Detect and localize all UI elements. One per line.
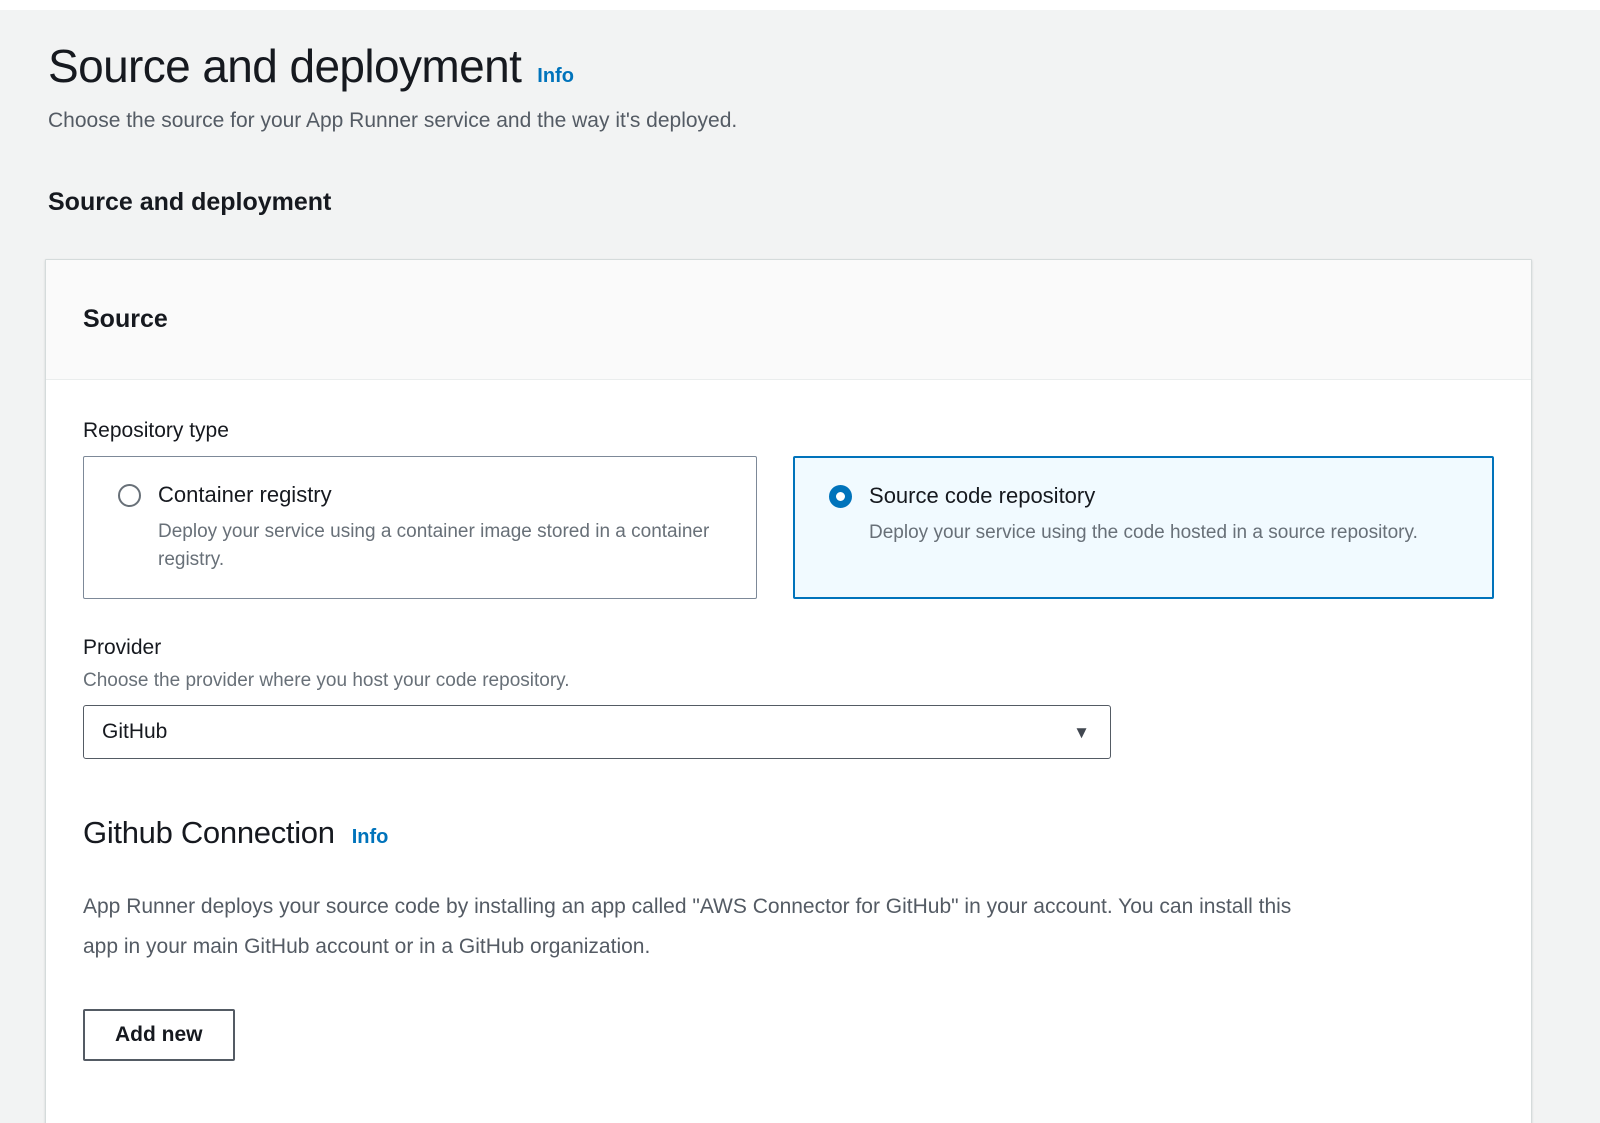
provider-field: Provider Choose the provider where you h…	[83, 635, 1494, 759]
source-card-body: Repository type Container registry Deplo…	[46, 380, 1531, 1061]
github-connection-description: App Runner deploys your source code by i…	[83, 887, 1303, 967]
top-strip	[0, 0, 1600, 10]
provider-label: Provider	[83, 635, 1494, 661]
source-card-header: Source	[46, 260, 1531, 380]
tile-container-registry-label: Container registry	[158, 481, 718, 509]
source-and-deployment-page: Source and deployment Info Choose the so…	[0, 38, 1600, 1123]
tile-container-registry-description: Deploy your service using a container im…	[158, 518, 718, 574]
tile-text: Container registry Deploy your service u…	[158, 481, 718, 574]
tile-source-code-repository[interactable]: Source code repository Deploy your servi…	[793, 456, 1494, 599]
page-title-info-link[interactable]: Info	[537, 65, 574, 88]
radio-selected-icon[interactable]	[829, 485, 852, 508]
source-card-title: Source	[83, 305, 168, 334]
tile-source-code-repository-label: Source code repository	[869, 482, 1418, 510]
add-new-button[interactable]: Add new	[83, 1009, 235, 1061]
section-heading: Source and deployment	[48, 188, 1536, 217]
provider-selected-value: GitHub	[102, 720, 167, 744]
repository-type-label: Repository type	[83, 418, 1494, 444]
caret-down-icon: ▼	[1073, 724, 1090, 741]
provider-description: Choose the provider where you host your …	[83, 669, 1494, 693]
tile-container-registry[interactable]: Container registry Deploy your service u…	[83, 456, 757, 599]
provider-select[interactable]: GitHub ▼	[83, 705, 1111, 759]
source-card: Source Repository type Container registr…	[45, 259, 1532, 1123]
github-connection-info-link[interactable]: Info	[352, 826, 389, 849]
tile-source-code-repository-description: Deploy your service using the code hoste…	[869, 519, 1418, 547]
repository-type-tiles: Container registry Deploy your service u…	[83, 456, 1494, 599]
github-connection-header: Github Connection Info	[83, 815, 1494, 851]
page-subtitle: Choose the source for your App Runner se…	[48, 106, 1536, 136]
page-header: Source and deployment Info	[48, 38, 1536, 94]
page-title: Source and deployment	[48, 38, 521, 94]
github-connection-heading: Github Connection	[83, 815, 335, 851]
tile-text: Source code repository Deploy your servi…	[869, 482, 1418, 573]
radio-unselected-icon[interactable]	[118, 484, 141, 507]
